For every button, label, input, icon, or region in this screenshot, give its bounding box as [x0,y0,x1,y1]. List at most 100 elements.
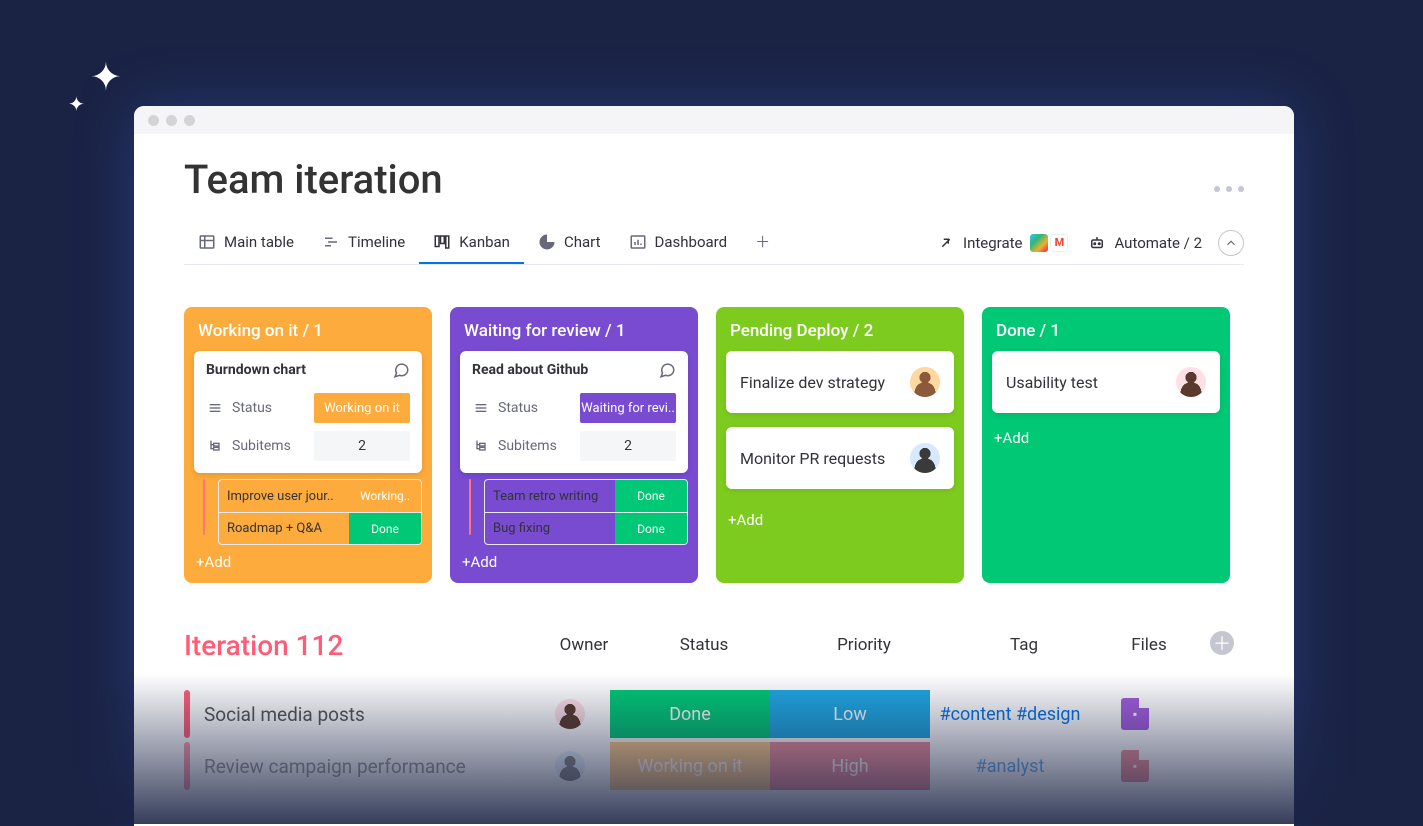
more-menu-button[interactable] [1214,186,1244,192]
column-title: Waiting for review / 1 [460,317,688,351]
add-column-button[interactable]: ＋ [1210,631,1234,655]
kanban-card[interactable]: Read about Github Status Waiting for rev… [460,351,688,473]
table-header-row: Owner Status Priority Tag Files [544,635,1194,655]
collapse-toolbar-button[interactable] [1218,230,1244,256]
tab-chart[interactable]: Chart [524,221,615,264]
file-icon: ▪ [1121,698,1149,730]
page-title: Team iteration [184,156,443,203]
subitems-icon [472,437,490,455]
card-title: Monitor PR requests [740,449,885,468]
column-title: Working on it / 1 [194,317,422,351]
priority-cell[interactable]: Low [770,690,930,738]
kanban-icon [433,233,451,251]
status-value[interactable]: Waiting for revi.. [580,393,676,423]
tag-cell[interactable]: #analyst [930,742,1090,790]
status-cell[interactable]: Done [610,690,770,738]
kanban-card[interactable]: Usability test [992,351,1220,413]
add-card-button[interactable]: +Add [992,421,1220,447]
kanban-column-pending: Pending Deploy / 2 Finalize dev strategy… [716,307,964,583]
kanban-card[interactable]: Burndown chart Status Working on it [194,351,422,473]
tab-label: Timeline [348,233,405,251]
subitem-status[interactable]: Done [615,480,687,512]
window-dot [184,115,195,126]
avatar[interactable] [910,367,940,397]
card-title: Read about Github [472,362,588,378]
priority-cell[interactable]: High [770,742,930,790]
kanban-card[interactable]: Finalize dev strategy [726,351,954,413]
add-view-button[interactable]: ＋ [741,221,784,264]
app-window: Team iteration Main table Timeline [134,106,1294,826]
status-value[interactable]: Working on it [314,393,410,423]
comment-icon[interactable] [392,361,410,379]
automate-button[interactable]: Automate / 2 [1078,234,1212,252]
subitems-count[interactable]: 2 [580,431,676,461]
integration-app-icons: M [1030,234,1068,252]
col-owner[interactable]: Owner [544,635,624,655]
row-color-bar [184,742,190,790]
owner-cell[interactable] [530,742,610,790]
add-card-button[interactable]: +Add [194,545,422,571]
status-cell[interactable]: Working on it [610,742,770,790]
files-cell[interactable]: ▪ [1090,742,1180,790]
row-name[interactable]: Social media posts [200,703,530,726]
col-priority[interactable]: Priority [784,635,944,655]
tree-connector [194,479,212,545]
dashboard-icon [629,233,647,251]
subitems-list: Improve user jour.. Working.. Roadmap + … [194,479,422,545]
integrate-button[interactable]: Integrate M [927,234,1078,252]
sparkle-icon: ✦ [90,55,122,100]
tab-kanban[interactable]: Kanban [419,221,524,264]
col-status[interactable]: Status [624,635,784,655]
slack-icon [1030,234,1048,252]
table-row[interactable]: Social media posts Done Low #content #de… [184,690,1244,738]
tag-cell[interactable]: #content #design [930,690,1090,738]
subitem-name: Roadmap + Q&A [219,521,349,536]
kanban-column-working: Working on it / 1 Burndown chart Status [184,307,432,583]
group-table: Iteration 112 Owner Status Priority Tag … [184,629,1244,790]
tab-timeline[interactable]: Timeline [308,221,419,264]
window-chrome [134,106,1294,134]
row-name[interactable]: Review campaign performance [200,755,530,778]
window-dot [148,115,159,126]
subitem-row[interactable]: Team retro writing Done [485,480,687,512]
prop-status-label: Status [498,400,538,416]
add-card-button[interactable]: +Add [460,545,688,571]
prop-subitems-label: Subitems [498,438,557,454]
subitem-status[interactable]: Done [349,513,421,544]
kanban-board: Working on it / 1 Burndown chart Status [184,307,1244,583]
table-row[interactable]: Review campaign performance Working on i… [184,742,1244,790]
tab-dashboard[interactable]: Dashboard [615,221,742,264]
subitem-row[interactable]: Improve user jour.. Working.. [219,480,421,512]
add-card-button[interactable]: +Add [726,503,954,529]
view-tabs: Main table Timeline Kanban Chart [184,221,1244,265]
subitem-row[interactable]: Bug fixing Done [485,512,687,544]
files-cell[interactable]: ▪ [1090,690,1180,738]
col-tag[interactable]: Tag [944,635,1104,655]
table-icon [198,233,216,251]
avatar[interactable] [1176,367,1206,397]
col-files[interactable]: Files [1104,635,1194,655]
tab-label: Dashboard [655,233,728,251]
subitem-row[interactable]: Roadmap + Q&A Done [219,512,421,544]
subitem-status[interactable]: Done [615,513,687,544]
column-title: Done / 1 [992,317,1220,351]
avatar [555,751,585,781]
avatar[interactable] [910,443,940,473]
pie-chart-icon [538,233,556,251]
automate-label: Automate / 2 [1114,234,1202,252]
tab-main-table[interactable]: Main table [184,221,308,264]
card-title: Finalize dev strategy [740,373,885,392]
comment-icon[interactable] [658,361,676,379]
owner-cell[interactable] [530,690,610,738]
subitem-status[interactable]: Working.. [349,480,421,512]
plus-icon: ＋ [755,231,770,252]
subitems-count[interactable]: 2 [314,431,410,461]
status-icon [206,399,224,417]
tab-label: Kanban [459,233,510,251]
kanban-card[interactable]: Monitor PR requests [726,427,954,489]
plug-icon [937,234,955,252]
subitem-name: Improve user jour.. [219,489,349,504]
sparkle-icon: ✦ [68,92,85,116]
card-title: Usability test [1006,373,1098,392]
tree-connector [460,479,478,545]
